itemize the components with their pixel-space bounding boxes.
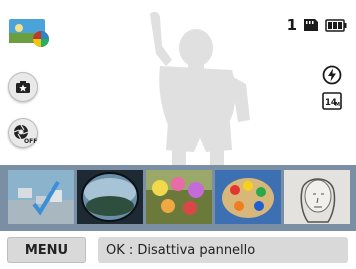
memory-card-icon [304,19,318,31]
ok-hint-label: OK : Disattiva pannello [106,242,256,258]
filter-strip [0,165,356,231]
smart-filter-mode-icon [9,19,49,47]
menu-button-label: MENU [24,242,69,258]
sketch-portrait-filter-thumb[interactable] [284,170,350,224]
status-bar: 1 [287,16,347,34]
battery-full-icon [325,18,347,32]
camera-star-icon [16,81,30,93]
shutter-off-button[interactable]: OFF [8,118,38,148]
resolution-14m-icon: 14 M [322,92,342,110]
svg-text:OFF: OFF [24,138,37,145]
palette-filter-thumb[interactable] [215,170,281,224]
shutter-off-icon: OFF [13,124,37,145]
camera-star-button[interactable] [8,72,38,102]
menu-button[interactable]: MENU [7,237,86,263]
flowers-filter-thumb[interactable] [146,170,212,224]
fisheye-filter-thumb[interactable] [77,170,143,224]
flash-auto-icon [322,65,342,85]
bottom-bar: MENU OK : Disattiva pannello [0,231,356,269]
svg-text:M: M [335,102,340,108]
ok-hint: OK : Disattiva pannello [98,237,348,263]
shots-remaining: 1 [286,16,297,34]
miniature-filter-thumb[interactable] [8,170,74,224]
